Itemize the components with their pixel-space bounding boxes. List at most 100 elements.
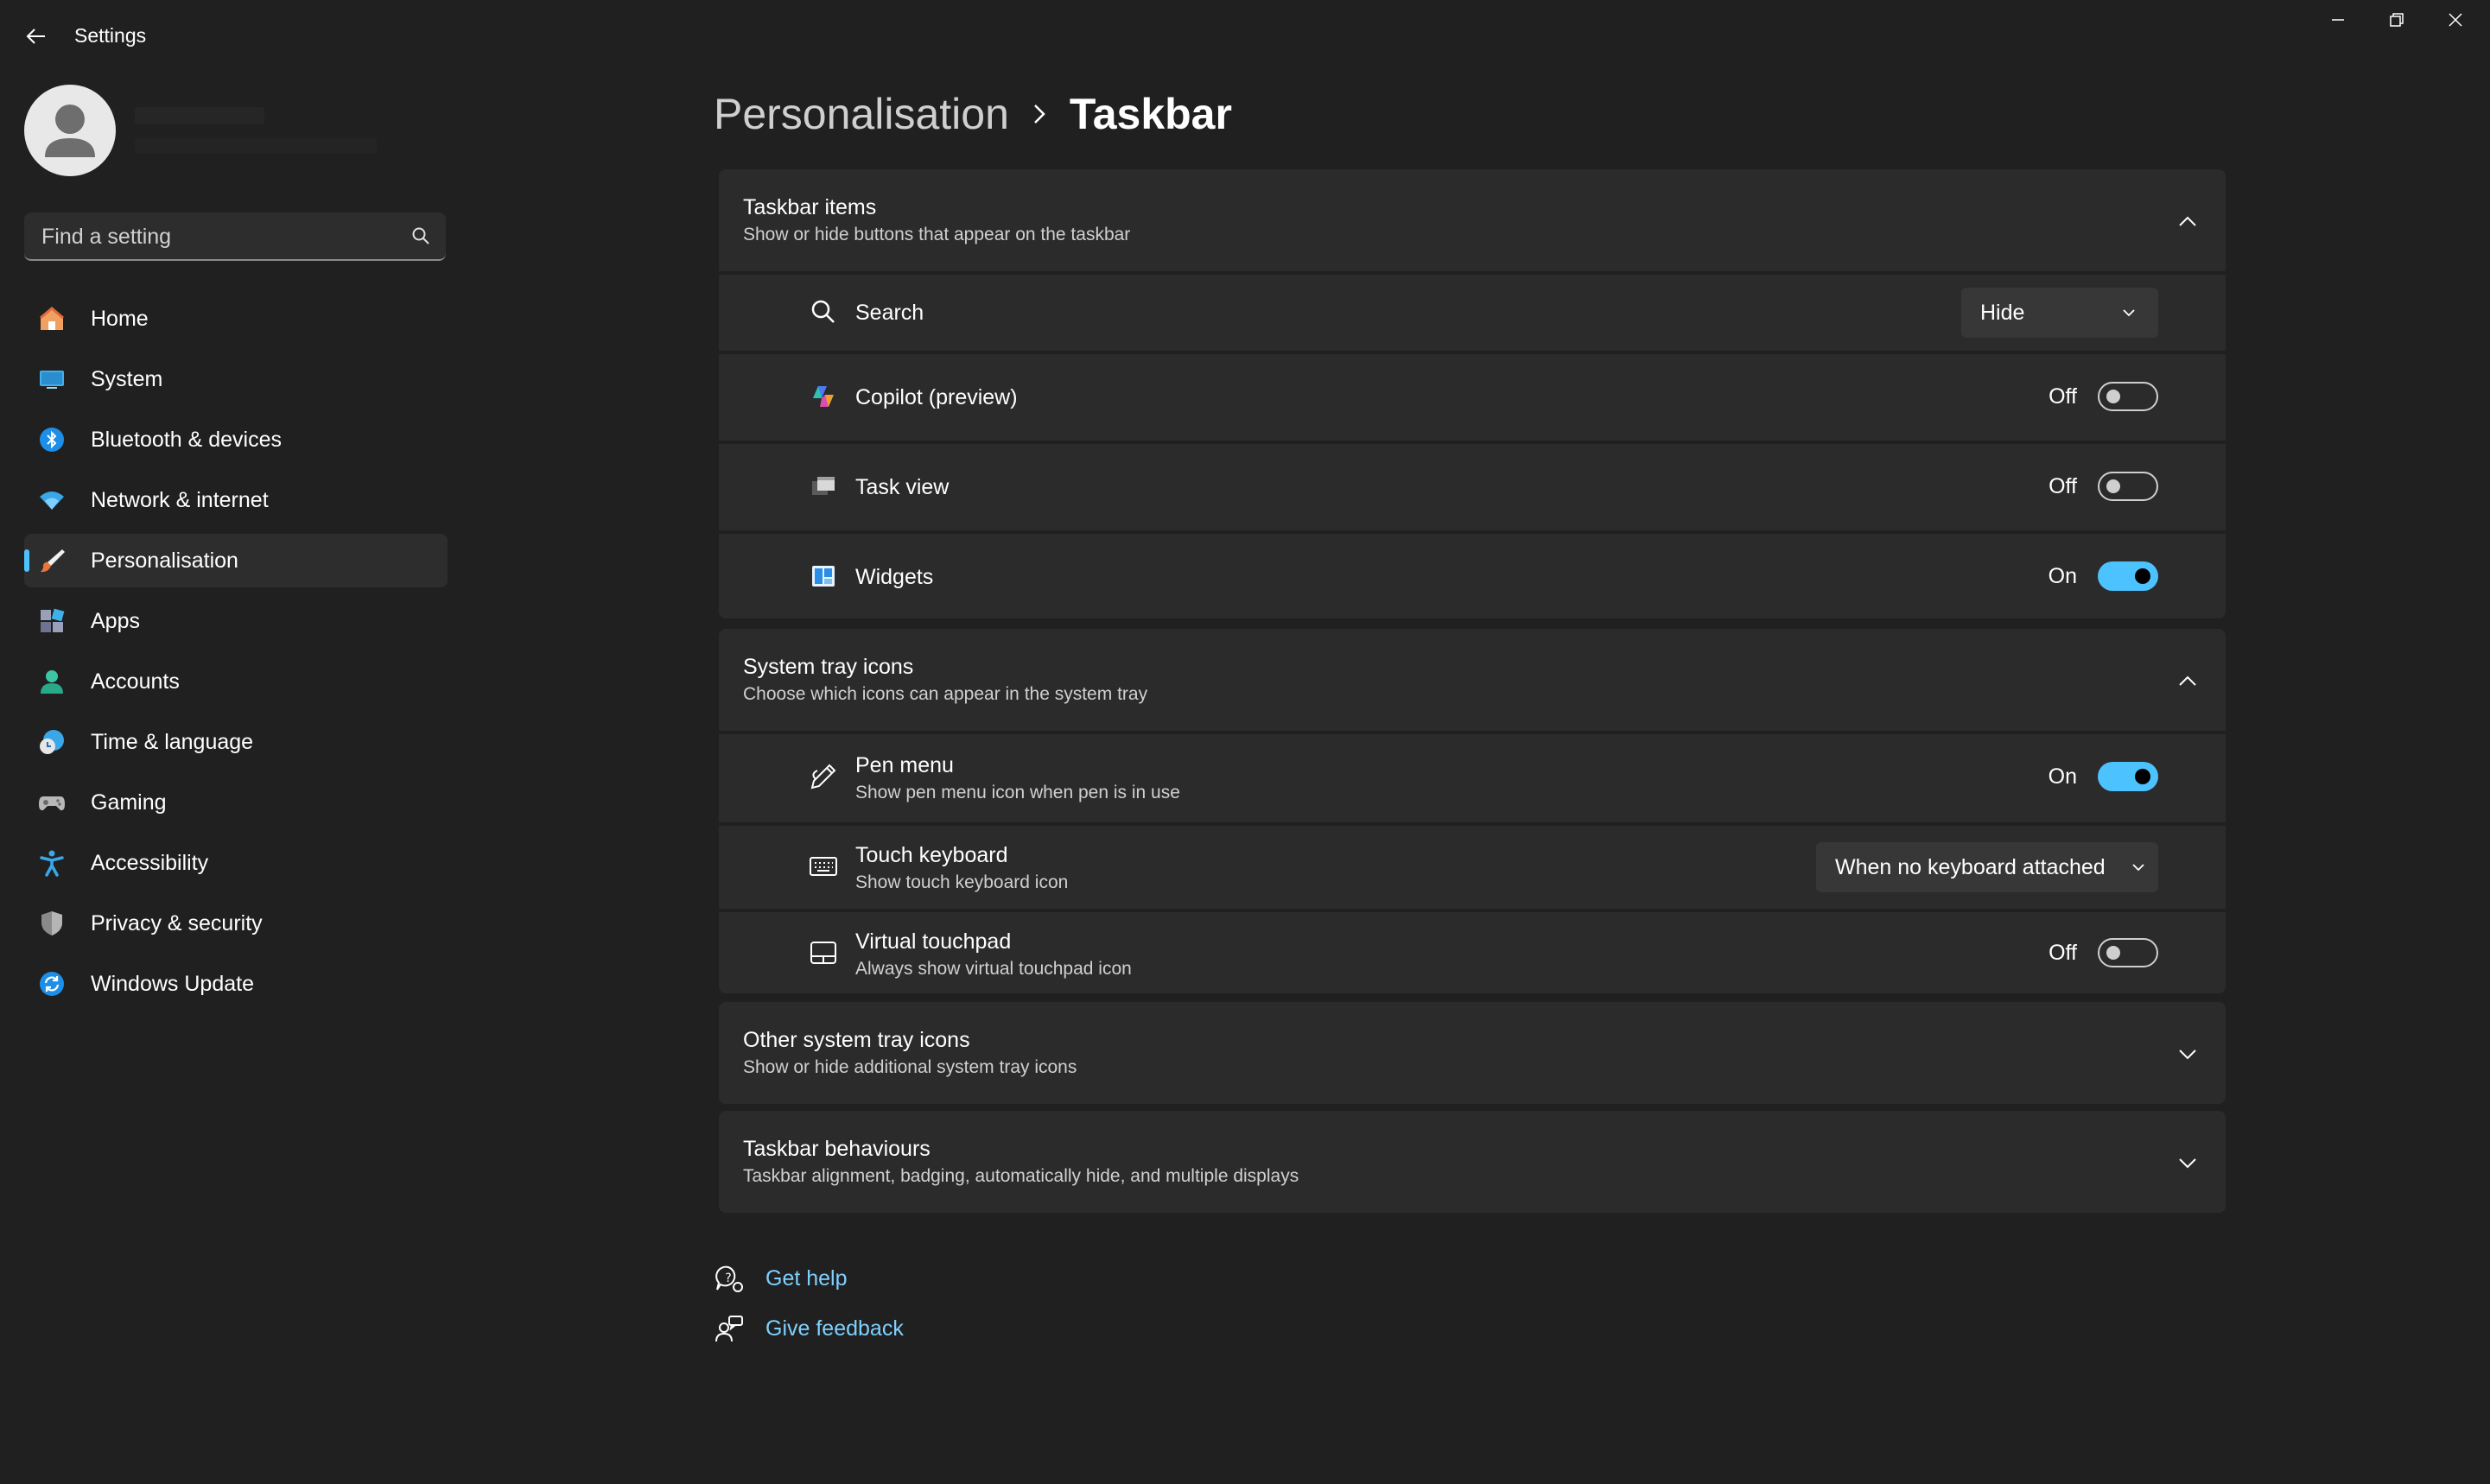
person-placeholder-icon	[45, 105, 95, 157]
sidebar-item-windows-update[interactable]: Windows Update	[24, 957, 448, 1011]
toggle-state-text: On	[2048, 563, 2077, 588]
sidebar-item-time-language[interactable]: Time & language	[24, 715, 448, 769]
app-title: Settings	[74, 24, 147, 47]
pen-icon	[809, 762, 838, 791]
task-view-toggle-group: Off	[2042, 472, 2158, 501]
chevron-down-icon[interactable]	[2176, 1042, 2200, 1066]
get-help-link[interactable]: ? Get help	[714, 1263, 848, 1294]
dropdown-value: When no keyboard attached	[1835, 854, 2106, 879]
row-label: Copilot (preview)	[855, 385, 1018, 409]
get-help-text[interactable]: Get help	[765, 1266, 848, 1291]
sidebar-item-label: Accounts	[91, 669, 180, 694]
sidebar-item-label: System	[91, 367, 163, 391]
copilot-icon	[809, 382, 838, 411]
keyboard-icon	[809, 852, 838, 881]
sidebar-item-label: Gaming	[91, 790, 167, 815]
copilot-toggle[interactable]	[2098, 382, 2158, 411]
behaviours-header[interactable]: Taskbar behaviours Taskbar alignment, ba…	[719, 1111, 2226, 1213]
section-subtitle: Show or hide additional system tray icon…	[743, 1057, 1077, 1077]
row-label: Pen menu	[855, 753, 954, 777]
page-title: Taskbar	[1069, 90, 1232, 138]
sidebar-item-gaming[interactable]: Gaming	[24, 776, 448, 829]
sidebar-item-home[interactable]: Home	[24, 292, 448, 346]
row-description: Show pen menu icon when pen is in use	[855, 783, 1180, 802]
other-tray-header[interactable]: Other system tray icons Show or hide add…	[719, 1002, 2226, 1104]
account-name-redacted	[135, 107, 264, 124]
back-arrow-icon	[26, 29, 45, 44]
pen-menu-toggle[interactable]	[2098, 762, 2158, 791]
search-input[interactable]	[40, 221, 406, 252]
row-description: Always show virtual touchpad icon	[855, 959, 1132, 979]
dropdown-value: Hide	[1980, 300, 2025, 325]
task-view-row: Task view Off	[719, 441, 2226, 530]
section-subtitle: Show or hide buttons that appear on the …	[743, 225, 1131, 244]
restore-button[interactable]	[2367, 0, 2426, 40]
shield-icon	[41, 911, 62, 935]
section-title: Taskbar behaviours	[743, 1137, 931, 1161]
settings-window: Settings Home System	[0, 0, 2490, 1484]
task-view-toggle[interactable]	[2098, 472, 2158, 501]
copilot-toggle-group: Off	[2042, 382, 2158, 411]
give-feedback-link[interactable]: Give feedback	[714, 1313, 904, 1344]
gamepad-icon	[39, 796, 65, 811]
breadcrumb-parent[interactable]: Personalisation	[714, 89, 1009, 139]
row-description: Show touch keyboard icon	[855, 872, 1069, 892]
brush-icon	[41, 549, 65, 573]
toggle-state-text: On	[2048, 764, 2077, 789]
section-subtitle: Taskbar alignment, badging, automaticall…	[743, 1166, 1299, 1186]
taskbar-items-header[interactable]: Taskbar items Show or hide buttons that …	[719, 169, 2226, 271]
virtual-touchpad-toggle-group: Off	[2042, 938, 2158, 967]
widgets-toggle[interactable]	[2098, 561, 2158, 591]
sidebar-item-personalisation[interactable]: Personalisation	[24, 534, 448, 587]
sidebar-item-accounts[interactable]: Accounts	[24, 655, 448, 708]
sidebar-item-label: Personalisation	[91, 549, 238, 573]
toggle-knob	[2135, 568, 2150, 584]
other-system-tray-section[interactable]: Other system tray icons Show or hide add…	[719, 1002, 2226, 1104]
section-title: System tray icons	[743, 655, 914, 679]
search-display-dropdown[interactable]: Hide	[1961, 288, 2158, 338]
sidebar-item-label: Windows Update	[91, 972, 254, 996]
toggle-state-text: Off	[2049, 940, 2077, 965]
give-feedback-text[interactable]: Give feedback	[765, 1316, 904, 1341]
avatar[interactable]	[24, 85, 116, 176]
chevron-up-icon[interactable]	[2176, 209, 2200, 233]
sidebar-item-label: Time & language	[91, 730, 254, 754]
chevron-down-icon[interactable]	[2176, 1151, 2200, 1175]
task-view-icon	[809, 472, 838, 501]
back-button[interactable]	[19, 19, 54, 54]
minimize-button[interactable]	[2309, 0, 2367, 40]
sidebar-item-accessibility[interactable]: Accessibility	[24, 836, 448, 890]
sidebar-item-label: Home	[91, 307, 149, 331]
virtual-touchpad-toggle[interactable]	[2098, 938, 2158, 967]
search-icon	[809, 297, 838, 327]
search-box[interactable]	[24, 212, 446, 261]
system-tray-header[interactable]: System tray icons Choose which icons can…	[719, 629, 2226, 731]
chevron-down-icon	[2096, 308, 2136, 317]
person-icon	[41, 670, 63, 694]
touch-keyboard-dropdown[interactable]: When no keyboard attached	[1816, 842, 2158, 892]
row-label: Virtual touchpad	[855, 929, 1012, 954]
help-chat-icon: ?	[714, 1263, 745, 1294]
system-tray-section: System tray icons Choose which icons can…	[719, 629, 2226, 993]
chevron-up-icon[interactable]	[2176, 669, 2200, 693]
sidebar-item-apps[interactable]: Apps	[24, 594, 448, 648]
copilot-row: Copilot (preview) Off	[719, 351, 2226, 441]
chevron-down-icon	[2106, 863, 2145, 872]
restore-icon	[2390, 13, 2404, 27]
sidebar-item-label: Network & internet	[91, 488, 269, 512]
touchpad-icon	[809, 938, 838, 967]
sidebar-item-system[interactable]: System	[24, 352, 448, 406]
toggle-knob	[2106, 946, 2120, 960]
sidebar-item-bluetooth[interactable]: Bluetooth & devices	[24, 413, 448, 466]
toggle-state-text: Off	[2049, 384, 2077, 409]
bluetooth-icon	[40, 428, 64, 452]
apps-icon	[41, 608, 65, 632]
close-button[interactable]	[2426, 0, 2485, 40]
sidebar-item-privacy-security[interactable]: Privacy & security	[24, 897, 448, 950]
toggle-knob	[2135, 769, 2150, 784]
wifi-icon	[40, 491, 64, 510]
pen-menu-toggle-group: On	[2042, 762, 2158, 791]
touch-keyboard-row: Touch keyboard Show touch keyboard icon …	[719, 822, 2226, 909]
taskbar-behaviours-section[interactable]: Taskbar behaviours Taskbar alignment, ba…	[719, 1111, 2226, 1213]
sidebar-item-network[interactable]: Network & internet	[24, 473, 448, 527]
